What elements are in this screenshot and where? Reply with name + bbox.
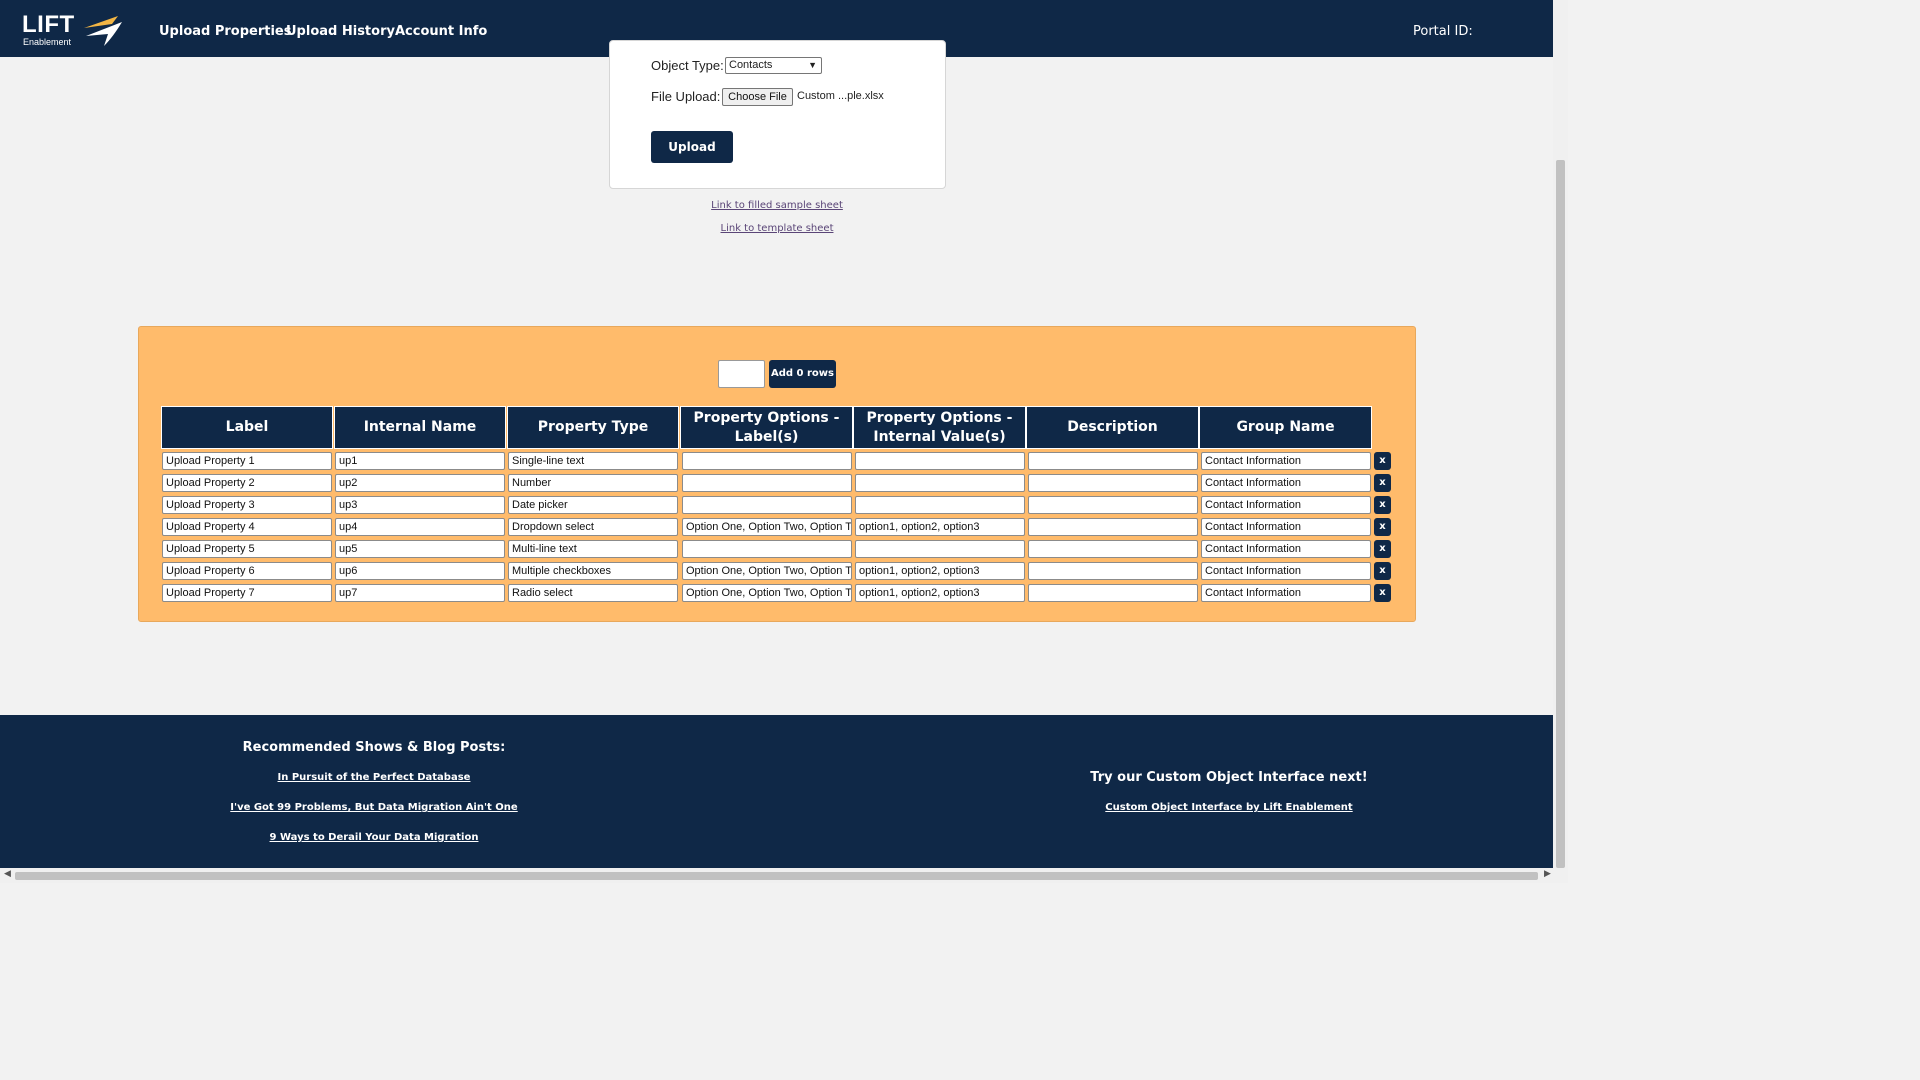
logo-subtitle: Enablement (23, 37, 72, 47)
scroll-left-icon[interactable]: ◀ (4, 869, 11, 879)
cell-group-name-input[interactable]: Contact Information (1201, 584, 1371, 602)
cell-options-values-input[interactable]: option1, option2, option3 (855, 518, 1025, 536)
col-header-description: Description (1026, 406, 1199, 449)
logo-wordmark: LIFT (22, 11, 75, 38)
cell-options-values-input[interactable] (855, 452, 1025, 470)
cell-options-labels-input[interactable]: Option One, Option Two, Option Three (682, 584, 852, 602)
col-header-options-values: Property Options - Internal Value(s) (853, 406, 1026, 449)
cell-internal-name-input[interactable]: up7 (335, 584, 505, 602)
horizontal-scrollbar[interactable]: ◀ ▶ (0, 868, 1568, 883)
cell-group-name-input[interactable]: Contact Information (1201, 562, 1371, 580)
cell-options-labels-input[interactable] (682, 452, 852, 470)
scroll-right-icon[interactable]: ▶ (1544, 869, 1551, 879)
choose-file-button[interactable]: Choose File (722, 88, 793, 106)
file-upload-label: File Upload: (651, 89, 721, 104)
cell-description-input[interactable] (1028, 562, 1198, 580)
recommended-link-3[interactable]: 9 Ways to Derail Your Data Migration (174, 832, 574, 843)
cell-property-type-input[interactable]: Date picker (508, 496, 678, 514)
cta-heading: Try our Custom Object Interface next! (1090, 770, 1368, 785)
delete-row-button[interactable]: x (1374, 496, 1391, 514)
cell-internal-name-input[interactable]: up3 (335, 496, 505, 514)
cell-label-input[interactable]: Upload Property 5 (162, 540, 332, 558)
cell-description-input[interactable] (1028, 540, 1198, 558)
col-header-label: Label (161, 406, 333, 449)
col-header-property-type: Property Type (507, 406, 679, 449)
cell-options-values-input[interactable] (855, 496, 1025, 514)
logo-wing-icon (84, 16, 122, 46)
cell-group-name-input[interactable]: Contact Information (1201, 496, 1371, 514)
cell-label-input[interactable]: Upload Property 4 (162, 518, 332, 536)
recommended-link-1[interactable]: In Pursuit of the Perfect Database (174, 772, 574, 783)
cell-label-input[interactable]: Upload Property 2 (162, 474, 332, 492)
object-type-label: Object Type: (651, 58, 724, 73)
cell-description-input[interactable] (1028, 452, 1198, 470)
col-header-internal-name: Internal Name (334, 406, 506, 449)
delete-row-button[interactable]: x (1374, 452, 1391, 470)
cell-options-values-input[interactable] (855, 474, 1025, 492)
cell-internal-name-input[interactable]: up2 (335, 474, 505, 492)
nav-upload-history[interactable]: Upload History (286, 24, 395, 39)
col-header-options-labels: Property Options - Label(s) (680, 406, 853, 449)
cell-description-input[interactable] (1028, 474, 1198, 492)
cell-property-type-input[interactable]: Single-line text (508, 452, 678, 470)
vertical-scrollbar[interactable] (1553, 0, 1568, 868)
horizontal-scroll-thumb[interactable] (15, 872, 1538, 880)
recommended-link-2[interactable]: I've Got 99 Problems, But Data Migration… (174, 802, 574, 813)
cell-options-values-input[interactable] (855, 540, 1025, 558)
cell-internal-name-input[interactable]: up6 (335, 562, 505, 580)
cell-property-type-input[interactable]: Multi-line text (508, 540, 678, 558)
cell-options-labels-input[interactable] (682, 496, 852, 514)
cell-group-name-input[interactable]: Contact Information (1201, 540, 1371, 558)
cell-label-input[interactable]: Upload Property 1 (162, 452, 332, 470)
selected-file-name: Custom ...ple.xlsx (797, 90, 884, 102)
cell-options-values-input[interactable]: option1, option2, option3 (855, 584, 1025, 602)
cell-internal-name-input[interactable]: up1 (335, 452, 505, 470)
cell-property-type-input[interactable]: Radio select (508, 584, 678, 602)
cell-label-input[interactable]: Upload Property 3 (162, 496, 332, 514)
add-rows-button[interactable]: Add 0 rows (769, 360, 836, 388)
nav-upload-properties[interactable]: Upload Properties (159, 24, 291, 39)
cell-description-input[interactable] (1028, 518, 1198, 536)
row-count-input[interactable] (718, 360, 765, 388)
footer: Recommended Shows & Blog Posts: In Pursu… (0, 715, 1553, 868)
vertical-scroll-thumb[interactable] (1556, 160, 1565, 868)
upload-button[interactable]: Upload (651, 131, 733, 163)
delete-row-button[interactable]: x (1374, 518, 1391, 536)
cell-options-labels-input[interactable]: Option One, Option Two, Option Three (682, 518, 852, 536)
cell-label-input[interactable]: Upload Property 7 (162, 584, 332, 602)
object-type-select[interactable]: Contacts ▼ (725, 57, 822, 74)
cell-property-type-input[interactable]: Multiple checkboxes (508, 562, 678, 580)
chevron-down-icon: ▼ (808, 60, 817, 70)
portal-id-label: Portal ID: (1413, 24, 1473, 39)
cell-internal-name-input[interactable]: up5 (335, 540, 505, 558)
filled-sample-sheet-link[interactable]: Link to filled sample sheet (677, 200, 877, 211)
cell-options-values-input[interactable]: option1, option2, option3 (855, 562, 1025, 580)
delete-row-button[interactable]: x (1374, 584, 1391, 602)
cell-description-input[interactable] (1028, 584, 1198, 602)
recommended-heading: Recommended Shows & Blog Posts: (242, 740, 506, 755)
cell-internal-name-input[interactable]: up4 (335, 518, 505, 536)
cell-group-name-input[interactable]: Contact Information (1201, 518, 1371, 536)
col-header-group-name: Group Name (1199, 406, 1372, 449)
cell-group-name-input[interactable]: Contact Information (1201, 474, 1371, 492)
custom-object-interface-link[interactable]: Custom Object Interface by Lift Enableme… (1029, 802, 1429, 813)
cell-options-labels-input[interactable] (682, 540, 852, 558)
nav-account-info[interactable]: Account Info (395, 24, 487, 39)
cell-property-type-input[interactable]: Dropdown select (508, 518, 678, 536)
cell-options-labels-input[interactable]: Option One, Option Two, Option Three (682, 562, 852, 580)
cell-label-input[interactable]: Upload Property 6 (162, 562, 332, 580)
cell-options-labels-input[interactable] (682, 474, 852, 492)
delete-row-button[interactable]: x (1374, 562, 1391, 580)
delete-row-button[interactable]: x (1374, 474, 1391, 492)
object-type-value: Contacts (729, 59, 773, 71)
cell-property-type-input[interactable]: Number (508, 474, 678, 492)
template-sheet-link[interactable]: Link to template sheet (677, 223, 877, 234)
lift-logo[interactable]: LIFT Enablement (22, 13, 127, 49)
delete-row-button[interactable]: x (1374, 540, 1391, 558)
cell-group-name-input[interactable]: Contact Information (1201, 452, 1371, 470)
cell-description-input[interactable] (1028, 496, 1198, 514)
